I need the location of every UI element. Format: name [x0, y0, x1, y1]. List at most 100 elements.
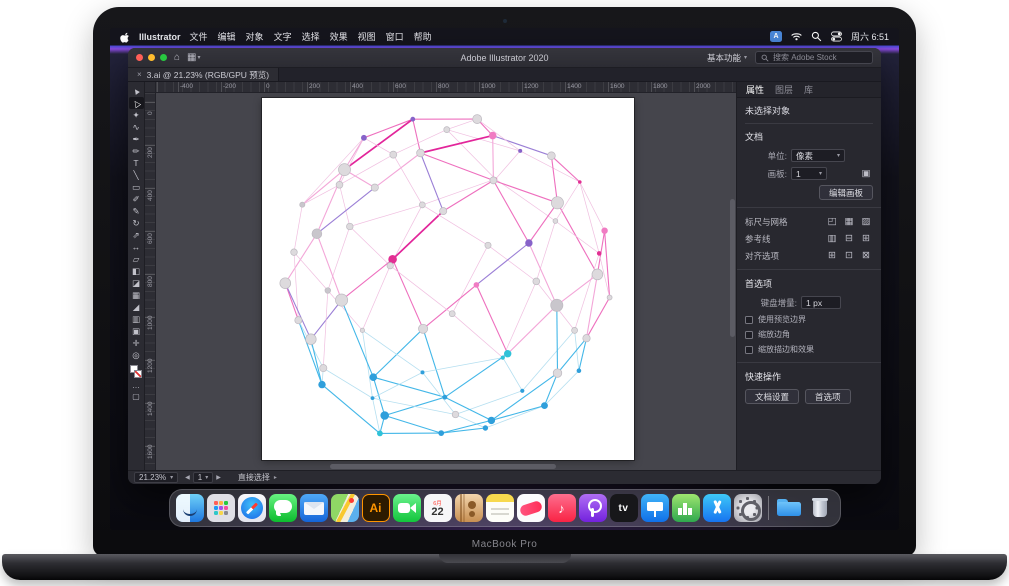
magic-wand-tool[interactable]: ✦	[129, 109, 144, 121]
fill-stroke-swatches[interactable]	[130, 365, 142, 378]
menubar-menu-item-5[interactable]: 效果	[330, 30, 348, 43]
window-titlebar[interactable]: ⌂ ▦ ▾ Adobe Illustrator 2020 基本功能 ▾	[128, 48, 881, 68]
dock-notes-icon[interactable]	[486, 494, 514, 522]
spotlight-search-icon[interactable]	[811, 31, 822, 42]
quick-action-button-0[interactable]: 文档设置	[745, 389, 799, 404]
menubar-menu-item-2[interactable]: 对象	[246, 30, 264, 43]
menubar-menu-item-4[interactable]: 选择	[302, 30, 320, 43]
shaper-tool[interactable]: ✎	[129, 205, 144, 217]
workspace-switcher[interactable]: 基本功能 ▾	[707, 52, 747, 64]
lock-guides-icon[interactable]: ⊟	[842, 232, 856, 245]
artboard-tool[interactable]: ▣	[129, 325, 144, 337]
ruler-left[interactable]: 02004006008001000120014001600	[145, 93, 156, 470]
ruler-corner-icon[interactable]: ◰	[825, 215, 839, 228]
panel-tab-图层[interactable]: 图层	[775, 83, 793, 96]
canvas[interactable]	[156, 93, 736, 470]
vertical-scrollbar[interactable]	[730, 97, 735, 460]
artboard-number-dropdown[interactable]: 1 ▾	[193, 472, 213, 483]
dock-podcasts-icon[interactable]	[579, 494, 607, 522]
free-transform-tool[interactable]: ▱	[129, 253, 144, 265]
grid-icon[interactable]: ▦	[842, 215, 856, 228]
paintbrush-tool[interactable]: ✐	[129, 193, 144, 205]
guides-icon[interactable]: ▥	[825, 232, 839, 245]
snap-point-icon[interactable]: ⊠	[859, 249, 873, 262]
direct-selection-tool[interactable]: △	[129, 97, 144, 109]
control-center-icon[interactable]	[831, 31, 842, 42]
zoom-dropdown[interactable]: 21.23% ▾	[134, 472, 178, 483]
dock-numbers-icon[interactable]	[672, 494, 700, 522]
menubar-menu-item-1[interactable]: 编辑	[218, 30, 236, 43]
dock-contacts-icon[interactable]	[455, 494, 483, 522]
keyboard-increment-input[interactable]: 1 px	[801, 296, 841, 309]
rectangle-tool[interactable]: ▭	[129, 181, 144, 193]
pen-tool[interactable]: ✒	[129, 133, 144, 145]
screen-mode-icon[interactable]: ▢	[132, 391, 140, 402]
checkbox-label-2[interactable]: 缩放描边和效果	[758, 344, 814, 355]
artboard[interactable]	[262, 98, 634, 460]
horizontal-scrollbar-thumb[interactable]	[330, 464, 556, 469]
stock-search-input[interactable]: 搜索 Adobe Stock	[755, 51, 873, 64]
menubar-clock[interactable]: 周六 6:51	[851, 30, 889, 43]
snap-grid-icon[interactable]: ⊞	[825, 249, 839, 262]
dock-music-icon[interactable]: ♪	[548, 494, 576, 522]
dock-safari-icon[interactable]	[238, 494, 266, 522]
mesh-tool[interactable]: ▦	[129, 289, 144, 301]
dock-folder-icon[interactable]	[775, 494, 803, 522]
units-dropdown[interactable]: 像素 ▾	[791, 149, 845, 162]
type-tool[interactable]: T	[129, 157, 144, 169]
document-tab[interactable]: × 3.ai @ 21.23% (RGB/GPU 预览)	[128, 68, 279, 81]
checkbox-2[interactable]	[745, 346, 753, 354]
eyedropper-tool[interactable]: ◢	[129, 301, 144, 313]
edit-artboards-button[interactable]: 编辑画板	[819, 185, 873, 200]
menubar-menu-item-0[interactable]: 文件	[190, 30, 208, 43]
snap-pixel-icon[interactable]: ⊡	[842, 249, 856, 262]
ruler-origin-corner[interactable]	[145, 82, 156, 93]
gradient-tool[interactable]: ◪	[129, 277, 144, 289]
dock-illustrator-icon[interactable]: Ai	[362, 494, 390, 522]
apple-menu-icon[interactable]	[120, 31, 130, 43]
dock-trash-icon[interactable]	[806, 494, 834, 522]
horizontal-scrollbar[interactable]	[160, 464, 726, 469]
close-tab-icon[interactable]: ×	[137, 70, 142, 79]
menubar-menu-item-6[interactable]: 视图	[358, 30, 376, 43]
checkbox-label-0[interactable]: 使用预览边界	[758, 314, 806, 325]
zoom-window-button[interactable]	[160, 54, 167, 61]
minimize-window-button[interactable]	[148, 54, 155, 61]
lasso-tool[interactable]: ∿	[129, 121, 144, 133]
dock-mail-icon[interactable]	[300, 494, 328, 522]
zoom-tool[interactable]: ◎	[129, 349, 144, 361]
next-artboard-icon[interactable]: ▶	[216, 474, 221, 481]
dock-keynote-icon[interactable]	[641, 494, 669, 522]
shape-builder-tool[interactable]: ◧	[129, 265, 144, 277]
dock-maps-icon[interactable]	[331, 494, 359, 522]
checkbox-0[interactable]	[745, 316, 753, 324]
panel-tab-属性[interactable]: 属性	[746, 83, 764, 96]
graph-tool[interactable]: ▥	[129, 313, 144, 325]
menubar-menu-item-7[interactable]: 窗口	[386, 30, 404, 43]
panel-tab-库[interactable]: 库	[804, 83, 813, 96]
previous-artboard-icon[interactable]: ◀	[185, 474, 190, 481]
curvature-tool[interactable]: ✏	[129, 145, 144, 157]
stroke-swatch[interactable]	[134, 370, 142, 378]
dock-settings-icon[interactable]	[734, 494, 762, 522]
input-source-icon[interactable]: A	[770, 31, 782, 42]
scale-tool[interactable]: ⇗	[129, 229, 144, 241]
menubar-app-name[interactable]: Illustrator	[139, 32, 181, 42]
ruler-top[interactable]: -400-20002004006008001000120014001600180…	[156, 82, 736, 93]
smart-guides-icon[interactable]: ⊞	[859, 232, 873, 245]
artboard-dropdown[interactable]: 1 ▾	[791, 167, 827, 180]
line-segment-tool[interactable]: ╲	[129, 169, 144, 181]
artboard-options-icon[interactable]: ▣	[859, 167, 873, 180]
selection-tool[interactable]: ▲	[129, 85, 144, 97]
transparency-grid-icon[interactable]: ▨	[859, 215, 873, 228]
edit-toolbar-icon[interactable]: …	[132, 380, 140, 391]
menubar-menu-item-3[interactable]: 文字	[274, 30, 292, 43]
menubar-menu-item-8[interactable]: 帮助	[414, 30, 432, 43]
home-icon[interactable]: ⌂	[174, 53, 180, 63]
dock-messages-icon[interactable]	[269, 494, 297, 522]
status-tool-display[interactable]: 直接选择 ▸	[238, 472, 277, 483]
dock-launchpad-icon[interactable]	[207, 494, 235, 522]
dock-tv-icon[interactable]: tv	[610, 494, 638, 522]
arrange-documents-icon[interactable]: ▦ ▾	[187, 53, 200, 63]
wifi-icon[interactable]	[791, 31, 802, 42]
